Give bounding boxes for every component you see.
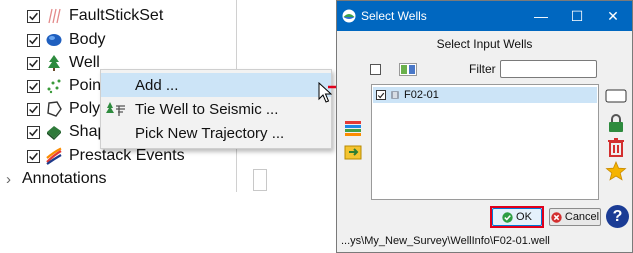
cancel-label: Cancel (564, 211, 600, 223)
app-icon (342, 9, 356, 23)
body-icon (45, 31, 63, 49)
checkbox[interactable] (27, 149, 40, 163)
tree-item-shapefile[interactable]: Shap (27, 121, 106, 143)
well-list[interactable]: F02-01 (371, 84, 599, 200)
scrollbar-stub[interactable] (253, 169, 267, 191)
status-path: ...ys\My_New_Survey\WellInfo\F02-01.well (341, 235, 550, 247)
checkbox[interactable] (27, 79, 40, 93)
polygon-icon (45, 100, 63, 118)
filter-row: Filter (337, 59, 632, 79)
delete-button[interactable] (607, 137, 625, 157)
help-button[interactable]: ? (606, 205, 629, 228)
maximize-button[interactable]: ☐ (559, 1, 595, 31)
select-wells-dialog: Select Wells — ☐ ✕ Select Input Wells Fi… (336, 0, 633, 253)
checkbox[interactable] (376, 90, 386, 100)
tree-item-pointset[interactable]: Point (27, 75, 105, 97)
tree-item-body[interactable]: Body (27, 29, 105, 51)
shapefile-icon (45, 123, 63, 141)
log-display-button[interactable] (343, 119, 363, 137)
well-marker-icon (391, 91, 399, 99)
import-icon (344, 145, 362, 160)
ok-button[interactable]: OK (492, 208, 542, 226)
blank-icon (105, 124, 127, 142)
star-icon (605, 161, 627, 181)
tree-item-label: Annotations (22, 170, 107, 187)
trash-icon (608, 138, 624, 157)
lock-icon (609, 114, 623, 132)
tree-item-annotations[interactable]: › Annotations (6, 168, 107, 190)
import-button[interactable] (343, 142, 363, 162)
filter-label: Filter (469, 62, 496, 76)
check-circle-icon (502, 211, 513, 223)
expand-chevron-icon[interactable]: › (6, 171, 22, 188)
sort-icon[interactable] (399, 63, 417, 76)
checkbox[interactable] (27, 33, 40, 47)
color-stack-icon (345, 121, 361, 136)
list-item[interactable]: F02-01 (373, 87, 597, 103)
context-menu: Add ... Tie Well to Seismic ... Pick New… (100, 69, 332, 149)
blank-rectangle-icon (605, 89, 627, 103)
tree-item-label: Prestack Events (69, 147, 185, 164)
tree-item-well[interactable]: Well (27, 52, 100, 74)
ok-label: OK (516, 211, 532, 223)
fault-stick-icon (45, 7, 63, 25)
minimize-button[interactable]: — (523, 1, 559, 31)
tree-item-label: Well (69, 54, 100, 71)
filter-input[interactable] (500, 60, 597, 78)
menu-item-pick-new-trajectory[interactable]: Pick New Trajectory ... (101, 121, 331, 145)
lock-button[interactable] (607, 113, 625, 133)
tree-item-label: Body (69, 31, 106, 48)
close-button[interactable]: ✕ (595, 1, 631, 31)
blank-icon (105, 76, 127, 94)
cancel-circle-icon (551, 211, 562, 223)
checkbox[interactable] (27, 56, 40, 70)
checkbox[interactable] (27, 125, 40, 139)
menu-item-tie-well-to-seismic[interactable]: Tie Well to Seismic ... (101, 97, 331, 121)
favorite-button[interactable] (605, 161, 627, 181)
tree-item-label: FaultStickSet (69, 7, 164, 24)
dialog-titlebar[interactable]: Select Wells — ☐ ✕ (337, 1, 632, 31)
cancel-button[interactable]: Cancel (549, 208, 601, 226)
tree-item-faultstickset[interactable]: FaultStickSet (27, 5, 163, 27)
pointset-icon (45, 77, 63, 95)
menu-item-add[interactable]: Add ... (101, 73, 331, 97)
tree-item-polygon[interactable]: Polyg (27, 98, 109, 120)
tie-well-icon (105, 100, 127, 118)
prestack-events-icon (45, 147, 63, 165)
rename-button[interactable] (605, 89, 627, 103)
well-name: F02-01 (404, 89, 439, 101)
select-all-checkbox[interactable] (370, 64, 381, 75)
checkbox[interactable] (27, 9, 40, 23)
checkbox[interactable] (27, 102, 40, 116)
dialog-title: Select Wells (361, 9, 427, 23)
dialog-heading: Select Input Wells (436, 37, 533, 51)
well-icon (45, 54, 63, 72)
